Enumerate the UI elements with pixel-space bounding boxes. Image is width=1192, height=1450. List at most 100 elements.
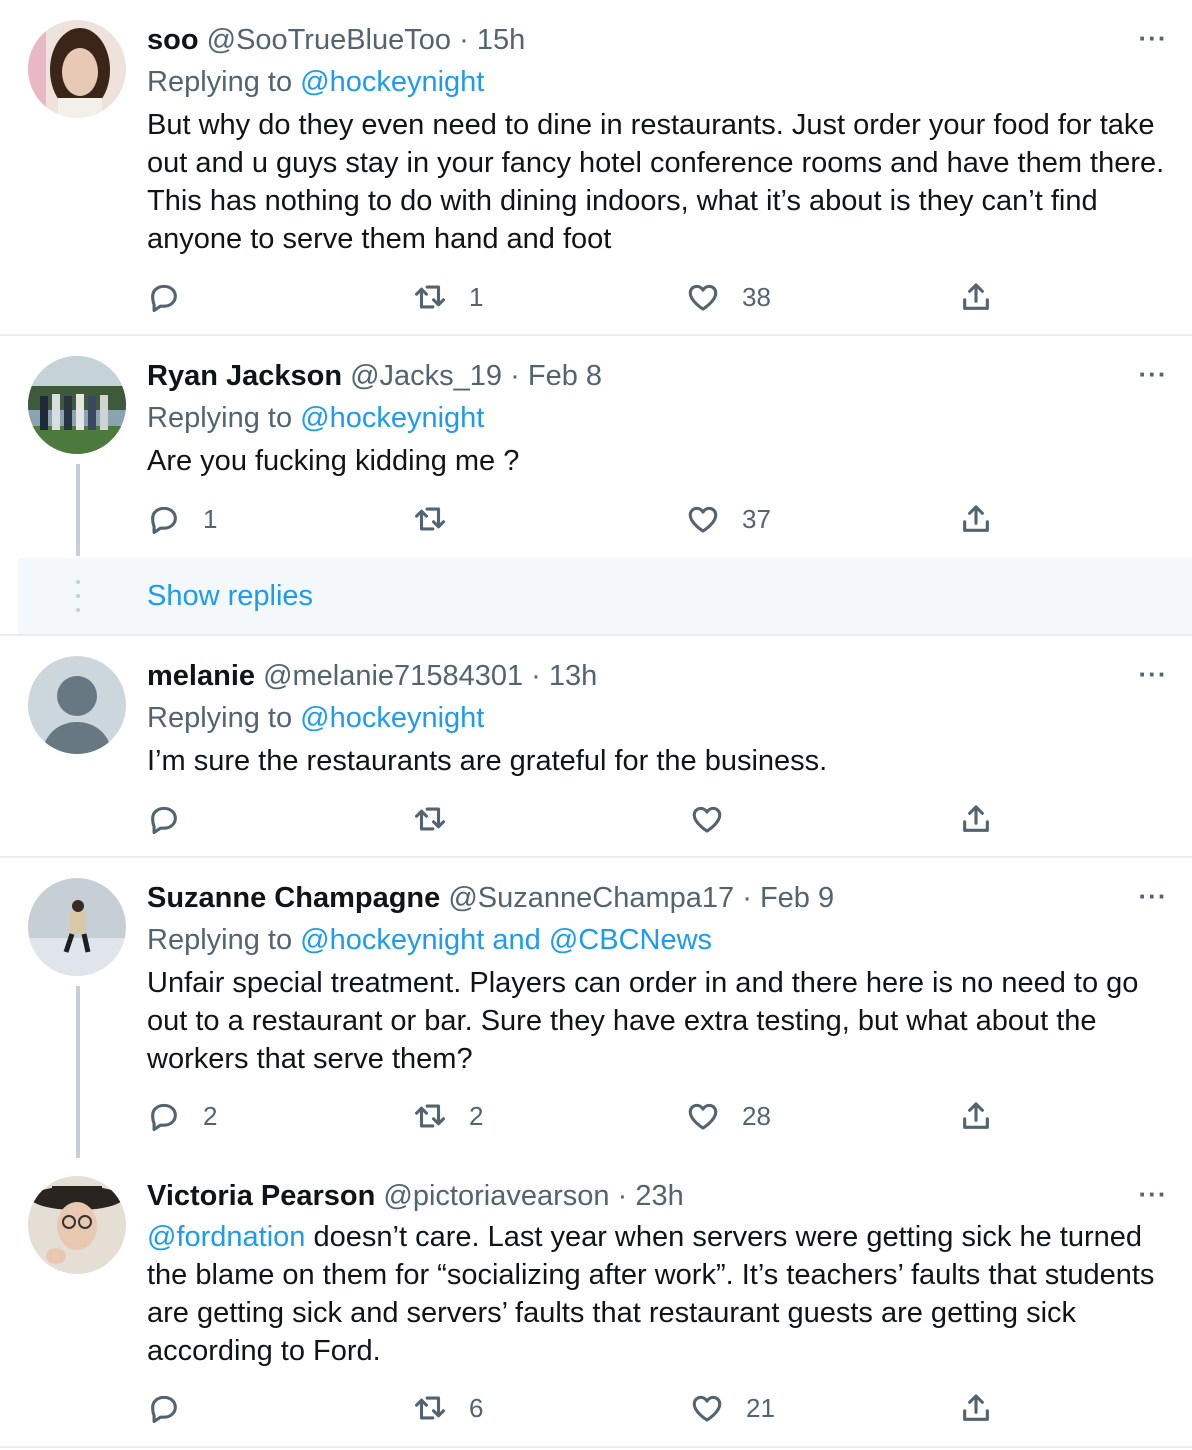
retweet-icon [414, 807, 446, 831]
tweet-text: I’m sure the restaurants are grateful fo… [147, 745, 828, 777]
avatar[interactable] [28, 878, 126, 976]
tweet-suzanne-champagne[interactable]: Suzanne Champagne @SuzanneChampa17 · Feb… [0, 858, 1192, 1158]
share-button[interactable] [959, 1388, 993, 1428]
timestamp[interactable]: Feb 8 [528, 360, 602, 392]
retweet-icon [414, 285, 446, 309]
heart-icon [688, 1103, 718, 1130]
tweet-text: But why do they even need to dine in res… [147, 109, 1165, 255]
author-handle[interactable]: @SooTrueBlueToo [207, 24, 451, 56]
retweet-button[interactable]: 1 [413, 277, 483, 317]
more-options-button[interactable]: ··· [1136, 361, 1170, 400]
like-count: 37 [742, 503, 771, 534]
avatar[interactable] [28, 356, 126, 454]
author-name[interactable]: Suzanne Champagne [147, 882, 440, 914]
retweet-icon [414, 1396, 446, 1420]
reply-icon [151, 1103, 177, 1132]
tweet-header: Suzanne Champagne @SuzanneChampa17 · Feb… [147, 880, 834, 916]
replying-prefix: Replying to [147, 402, 301, 434]
mention-link[interactable]: @hockeynight and @CBCNews [300, 924, 712, 956]
author-handle[interactable]: @Jacks_19 [350, 360, 502, 392]
timestamp[interactable]: 15h [477, 24, 525, 56]
mention-link[interactable]: @fordnation [147, 1221, 305, 1253]
reply-button[interactable] [147, 277, 203, 317]
tweet-soo[interactable]: soo @SooTrueBlueToo · 15h ··· Replying t… [0, 0, 1192, 335]
thread-dots-icon [76, 580, 80, 616]
retweet-button[interactable]: 2 [413, 1096, 483, 1136]
author-name[interactable]: melanie [147, 660, 255, 692]
like-button[interactable]: 37 [686, 499, 771, 539]
avatar[interactable] [28, 20, 126, 118]
replying-prefix: Replying to [147, 702, 301, 734]
avatar[interactable] [28, 1176, 126, 1274]
retweet-button[interactable]: 6 [413, 1388, 483, 1428]
author-handle[interactable]: @SuzanneChampa17 [448, 882, 734, 914]
retweet-button[interactable] [413, 799, 469, 839]
author-handle[interactable]: @pictoriavearson [383, 1180, 609, 1212]
mention-link[interactable]: @hockeynight [300, 402, 484, 434]
replying-to: Replying to @hockeynight [147, 400, 484, 436]
like-count: 28 [742, 1100, 771, 1131]
like-count: 21 [746, 1392, 775, 1423]
like-count: 38 [742, 281, 771, 312]
heart-icon [688, 506, 718, 533]
avatar[interactable] [28, 656, 126, 754]
like-button[interactable] [690, 799, 746, 839]
tweet-text: Are you fucking kidding me ? [147, 445, 520, 477]
timestamp[interactable]: 13h [549, 660, 597, 692]
share-icon [963, 1102, 989, 1129]
author-name[interactable]: Ryan Jackson [147, 360, 342, 392]
share-icon [963, 805, 989, 832]
tweet-header: Victoria Pearson @pictoriavearson · 23h [147, 1178, 684, 1214]
reply-button[interactable] [147, 799, 203, 839]
show-replies-row[interactable]: Show replies [18, 558, 1192, 634]
tweet-text: @fordnation doesn’t care. Last year when… [147, 1218, 1167, 1370]
replying-to: Replying to @hockeynight [147, 700, 484, 736]
reply-button[interactable]: 2 [147, 1096, 217, 1136]
retweet-icon [414, 507, 446, 531]
mention-link[interactable]: @hockeynight [300, 66, 484, 98]
share-icon [963, 505, 989, 532]
more-options-button[interactable]: ··· [1136, 25, 1170, 64]
like-button[interactable]: 21 [690, 1388, 775, 1428]
reply-button[interactable]: 1 [147, 499, 217, 539]
author-handle[interactable]: @melanie71584301 [263, 660, 523, 692]
timestamp[interactable]: Feb 9 [760, 882, 834, 914]
retweet-icon [414, 1104, 446, 1128]
divider [0, 1446, 1192, 1448]
retweet-count: 6 [469, 1392, 484, 1423]
heart-icon [692, 1395, 722, 1422]
show-replies-link[interactable]: Show replies [147, 578, 313, 614]
timestamp[interactable]: 23h [635, 1180, 683, 1212]
tweet-header: soo @SooTrueBlueToo · 15h [147, 22, 525, 58]
more-options-button[interactable]: ··· [1136, 1181, 1170, 1220]
author-name[interactable]: Victoria Pearson [147, 1180, 375, 1212]
share-button[interactable] [959, 277, 993, 317]
share-button[interactable] [959, 499, 993, 539]
tweet-header: Ryan Jackson @Jacks_19 · Feb 8 [147, 358, 602, 394]
heart-icon [688, 284, 718, 311]
reply-button[interactable] [147, 1388, 203, 1428]
retweet-button[interactable] [413, 499, 469, 539]
thread-line [76, 464, 80, 556]
tweet-melanie[interactable]: melanie @melanie71584301 · 13h ··· Reply… [0, 636, 1192, 856]
thread-line [76, 986, 80, 1158]
share-button[interactable] [959, 799, 993, 839]
author-name[interactable]: soo [147, 24, 199, 56]
more-options-button[interactable]: ··· [1136, 883, 1170, 922]
tweet-ryan-jackson[interactable]: Ryan Jackson @Jacks_19 · Feb 8 ··· Reply… [0, 336, 1192, 558]
more-options-button[interactable]: ··· [1136, 661, 1170, 700]
like-button[interactable]: 38 [686, 277, 771, 317]
share-button[interactable] [959, 1096, 993, 1136]
replying-prefix: Replying to [147, 66, 301, 98]
separator: · [531, 660, 541, 692]
mention-link[interactable]: @hockeynight [300, 702, 484, 734]
replying-prefix: Replying to [147, 924, 301, 956]
reply-count: 2 [203, 1100, 218, 1131]
separator: · [617, 1180, 628, 1212]
replying-to: Replying to @hockeynight and @CBCNews [147, 922, 712, 958]
share-icon [963, 1394, 989, 1421]
tweet-victoria-pearson[interactable]: Victoria Pearson @pictoriavearson · 23h … [0, 1156, 1192, 1450]
reply-count: 1 [203, 503, 218, 534]
like-button[interactable]: 28 [686, 1096, 771, 1136]
heart-icon [692, 806, 722, 833]
